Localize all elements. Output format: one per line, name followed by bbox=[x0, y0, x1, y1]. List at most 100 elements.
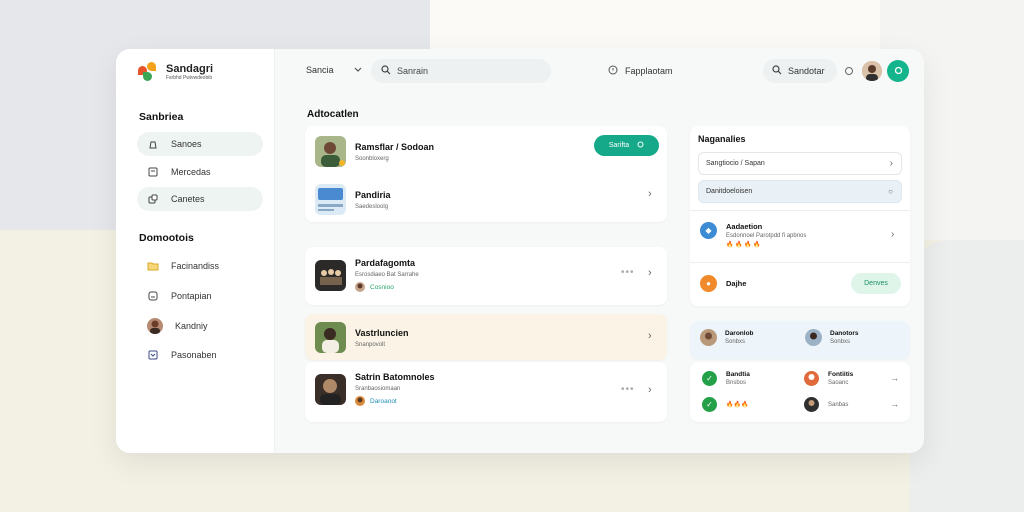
item-title: Satrin Batomnoles bbox=[355, 372, 435, 382]
person-item[interactable]: Danotors Sonbxs bbox=[805, 329, 859, 346]
thumbnail bbox=[315, 322, 346, 353]
item-title: Aadaetion bbox=[726, 222, 763, 231]
avatar bbox=[804, 397, 819, 412]
sidebar-item-pasonaben[interactable]: Pasonaben bbox=[137, 343, 263, 367]
item-title: Dajhe bbox=[726, 279, 747, 288]
more-icon[interactable]: ••• bbox=[621, 267, 635, 278]
select-value: Danitdoeloisen bbox=[706, 188, 753, 195]
avatar bbox=[355, 282, 365, 292]
thumbnail bbox=[315, 259, 346, 291]
alert-icon: ● bbox=[700, 275, 717, 292]
list-item[interactable]: Vastrluncien Snanpovolt bbox=[315, 322, 409, 353]
chevron-right-icon[interactable]: › bbox=[648, 330, 652, 342]
select-field[interactable]: Danitdoeloisen ○ bbox=[698, 180, 902, 203]
list-item[interactable]: ● Dajhe bbox=[700, 275, 746, 292]
info-icon: ◆ bbox=[700, 222, 717, 239]
check-icon: ✓ bbox=[702, 397, 717, 412]
secondary-action-button[interactable]: Denves bbox=[851, 273, 901, 294]
logo-icon bbox=[138, 62, 158, 82]
primary-action-button[interactable]: Sarifta bbox=[594, 135, 659, 156]
status-dot-icon[interactable] bbox=[845, 67, 853, 75]
item-subtitle: Bnsbos bbox=[726, 380, 747, 386]
item-tag: Daroanot bbox=[355, 396, 435, 406]
user-avatar[interactable] bbox=[862, 61, 882, 81]
link-icon bbox=[147, 193, 159, 205]
list-item[interactable]: Pandiria Saedesloolg bbox=[315, 184, 391, 215]
top-bar: Sancia Sanrain Fapplaotam Sandotar bbox=[275, 49, 924, 93]
document-icon bbox=[147, 166, 159, 178]
divider bbox=[690, 210, 910, 211]
list-item[interactable]: Satrin Batomnoles Sranbaosiomaan Daroano… bbox=[315, 372, 435, 406]
arrow-right-icon[interactable]: → bbox=[890, 373, 899, 383]
arrow-right-icon[interactable]: → bbox=[890, 399, 899, 409]
chevron-down-icon bbox=[354, 65, 362, 75]
sidebar-item-sanoes[interactable]: Sanoes bbox=[137, 132, 263, 156]
thumbnail bbox=[315, 373, 346, 405]
chevron-right-icon[interactable]: › bbox=[648, 267, 652, 279]
item-title: Bandtia bbox=[726, 371, 750, 378]
sidebar-item-label: Pontapian bbox=[171, 291, 212, 301]
select-field[interactable]: Sangtiocio / Sapan › bbox=[698, 152, 902, 175]
action-button[interactable] bbox=[887, 60, 909, 82]
sidebar-item-facinandiss[interactable]: Facinandiss bbox=[137, 254, 263, 278]
sidebar-item-label: Mercedas bbox=[171, 167, 211, 177]
item-title: Vastrluncien bbox=[355, 327, 409, 338]
person-name: Daronlob bbox=[725, 330, 754, 337]
secondary-search-button[interactable]: Sandotar bbox=[763, 59, 837, 83]
list-item[interactable]: Pardafagomta Esrosdiaeo Bat Sarrahe Cosn… bbox=[315, 258, 419, 292]
item-subtitle: Snanpovolt bbox=[355, 341, 386, 348]
list-item[interactable]: Sanbas bbox=[804, 397, 848, 412]
avatar bbox=[355, 396, 365, 406]
list-item[interactable]: ✓ 🔥🔥🔥 bbox=[702, 397, 748, 412]
button-label: Denves bbox=[864, 280, 888, 287]
item-subtitle: Sranbaosiomaan bbox=[355, 386, 401, 392]
content-card[interactable]: Pardafagomta Esrosdiaeo Bat Sarrahe Cosn… bbox=[305, 247, 667, 305]
content-card-highlighted[interactable]: Vastrluncien Snanpovolt › bbox=[305, 314, 667, 360]
reaction-counts: 🔥🔥🔥 bbox=[726, 402, 749, 408]
search-input[interactable]: Sanrain bbox=[371, 59, 551, 83]
circle-icon bbox=[894, 66, 903, 77]
chevron-right-icon[interactable]: › bbox=[891, 229, 894, 240]
sidebar-item-mercedas[interactable]: Mercedas bbox=[137, 160, 263, 184]
item-subtitle: Soonbloxerg bbox=[355, 155, 389, 162]
person-item[interactable]: Daronlob Sonbxs bbox=[700, 329, 754, 346]
sidebar-item-label: Facinandiss bbox=[171, 261, 220, 271]
person-sub: Sonbxs bbox=[725, 339, 746, 345]
app-name: Sandagri bbox=[166, 62, 214, 75]
list-item[interactable]: ✓ Bandtia Bnsbos bbox=[702, 371, 750, 386]
chevron-right-icon[interactable]: › bbox=[648, 188, 652, 200]
panel-title: Naganalies bbox=[698, 134, 746, 144]
app-tagline: Fsrbhd Pwivwdeobib bbox=[166, 74, 213, 81]
list-item[interactable]: Fontiitis Saoanc bbox=[804, 371, 853, 386]
avatar bbox=[700, 329, 717, 346]
app-window: Sandagri Fsrbhd Pwivwdeobib Sanbriea San… bbox=[116, 49, 924, 453]
app-status[interactable]: Fapplaotam bbox=[608, 65, 673, 77]
item-subtitle: Esdonnoel Parotpdd fi apbnos bbox=[726, 233, 807, 239]
chevron-right-icon: › bbox=[889, 158, 893, 169]
background-shape bbox=[910, 240, 1024, 512]
avatar bbox=[805, 329, 822, 346]
view-select[interactable]: Sancia bbox=[306, 65, 362, 75]
content-card[interactable]: Satrin Batomnoles Sranbaosiomaan Daroano… bbox=[305, 362, 667, 422]
sidebar-item-pontapian[interactable]: Pontapian bbox=[137, 284, 263, 308]
person-sub: Sonbxs bbox=[830, 339, 851, 345]
button-label: Sarifta bbox=[608, 142, 630, 149]
status-label: Fapplaotam bbox=[625, 66, 673, 76]
item-title: Fontiitis bbox=[828, 371, 854, 378]
more-icon[interactable]: ••• bbox=[621, 384, 635, 395]
item-tag: Cosnioo bbox=[355, 282, 419, 292]
check-icon: ✓ bbox=[702, 371, 717, 386]
sidebar-item-canetes[interactable]: Canetes bbox=[137, 187, 263, 211]
list-item[interactable]: ◆ Aadaetion Esdonnoel Parotpdd fi apbnos… bbox=[700, 222, 806, 248]
app-logo[interactable]: Sandagri Fsrbhd Pwivwdeobib bbox=[138, 62, 213, 82]
chevron-right-icon[interactable]: › bbox=[648, 384, 652, 396]
sidebar-item-kandniy[interactable]: Kandniy bbox=[137, 314, 263, 338]
content-card: Ramsflar / Sodoan Soonbloxerg Sarifta Pa… bbox=[305, 126, 667, 222]
item-subtitle: Sanbas bbox=[828, 401, 849, 408]
divider bbox=[690, 262, 910, 263]
reaction-counts: 🔥 🔥 🔥 🔥 bbox=[726, 242, 761, 248]
person-icon bbox=[147, 138, 159, 150]
list-item[interactable]: Ramsflar / Sodoan Soonbloxerg bbox=[315, 136, 434, 167]
sidebar-item-label: Canetes bbox=[171, 194, 205, 204]
sidebar-section-title: Sanbriea bbox=[139, 111, 184, 123]
